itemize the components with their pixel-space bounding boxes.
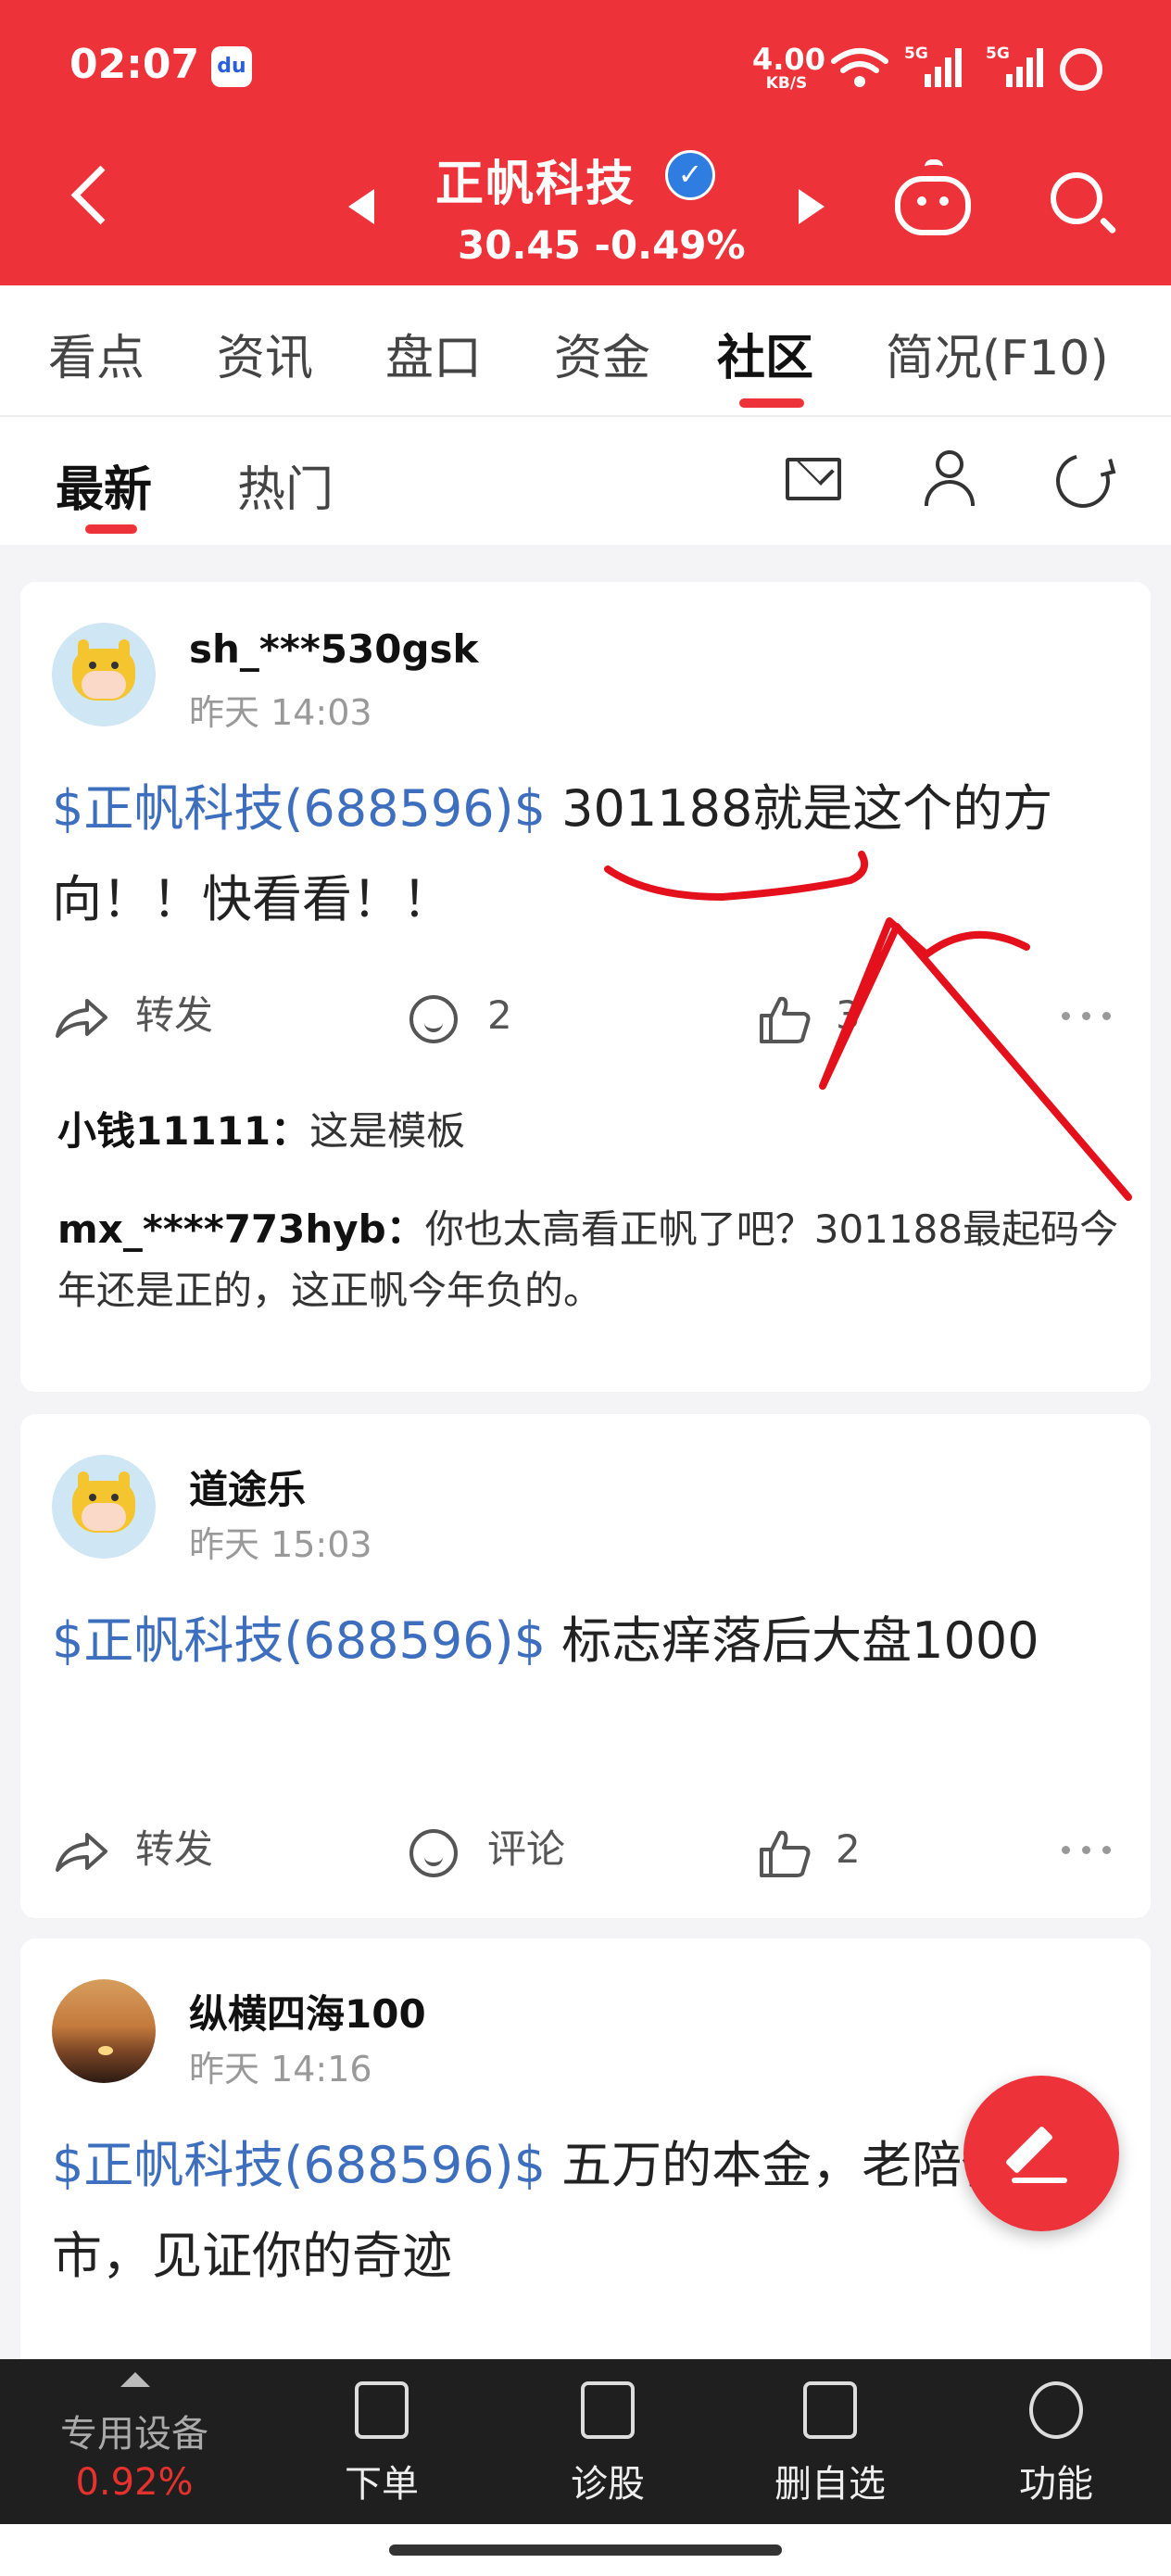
battery-icon	[1060, 48, 1102, 91]
sunset-avatar-image	[98, 2046, 113, 2055]
functions-label: 功能	[1019, 2463, 1093, 2506]
remove-watchlist-label: 删自选	[774, 2463, 886, 2506]
comment-count[interactable]: 2	[487, 979, 512, 1053]
post-username[interactable]: 纵横四海100	[189, 1983, 426, 2039]
sector-change: 0.92%	[75, 2461, 194, 2504]
robot-antenna	[925, 159, 943, 174]
share-icon[interactable]	[54, 1831, 109, 1874]
post-card[interactable]: 道途乐 昨天 15:03 $正帆科技(688596)$ 标志痒落后大盘1000 …	[20, 1414, 1151, 1918]
share-icon[interactable]	[54, 997, 109, 1040]
menu-circle-icon	[1029, 2381, 1083, 2439]
comment-label[interactable]: 评论	[487, 1812, 565, 1887]
comment-icon[interactable]	[409, 1829, 458, 1877]
network-speed-unit: KB/S	[765, 74, 808, 93]
post-actions: 转发 评论 2	[20, 1812, 1151, 1887]
post-username[interactable]: sh_***530gsk	[189, 626, 478, 672]
thumbs-up-icon[interactable]	[758, 993, 812, 1045]
order-icon	[355, 2381, 409, 2439]
order-label: 下单	[345, 2463, 419, 2506]
stock-price-change: 30.45 -0.49%	[458, 222, 746, 268]
post-time: 昨天 14:03	[189, 692, 372, 733]
status-time: 02:07	[69, 41, 200, 88]
prev-stock-arrow-icon[interactable]	[348, 189, 374, 224]
diagnose-label: 诊股	[571, 2463, 645, 2506]
reply-item[interactable]: 小钱11111：这是模板	[57, 1101, 1123, 1162]
tab-shequ[interactable]: 社区	[717, 319, 813, 388]
user-icon[interactable]	[923, 450, 978, 508]
more-icon[interactable]	[1062, 1012, 1117, 1021]
avatar[interactable]	[52, 1979, 156, 2083]
diagnose-icon	[581, 2381, 635, 2439]
back-arrow-icon[interactable]	[70, 165, 131, 225]
reply-text: 这是模板	[309, 1108, 466, 1154]
like-count[interactable]: 2	[836, 1812, 861, 1887]
sector-info[interactable]: 专用设备 0.92%	[0, 2359, 269, 2524]
active-subtab-indicator	[85, 524, 137, 534]
subtab-latest[interactable]: 最新	[56, 450, 152, 520]
refresh-icon[interactable]	[1046, 444, 1120, 518]
reply-item[interactable]: mx_****773hyb：你也太高看正帆了吧？301188最起码今年还是正的，…	[57, 1199, 1123, 1321]
status-bar: 02:07 du 4.00 KB/S 5G 5G	[0, 0, 1171, 130]
avatar[interactable]	[52, 1455, 156, 1559]
verified-badge-icon: ✓	[665, 150, 715, 200]
tab-jiankuang[interactable]: 简况(F10)	[886, 319, 1109, 388]
wifi-icon	[831, 48, 888, 87]
robot-assistant-icon[interactable]	[895, 176, 971, 235]
tab-kandian[interactable]: 看点	[48, 319, 145, 388]
sector-label: 专用设备	[60, 2413, 208, 2456]
post-content[interactable]: $正帆科技(688596)$ 标志痒落后大盘1000	[52, 1596, 1127, 1686]
post-actions: 转发 2 3	[20, 979, 1151, 1053]
mail-icon[interactable]	[786, 458, 841, 500]
home-indicator[interactable]	[389, 2544, 782, 2556]
pencil-icon	[1004, 2125, 1054, 2175]
stock-tag-link[interactable]: $正帆科技(688596)$	[52, 2136, 546, 2194]
cow-avatar-icon	[72, 1471, 135, 1533]
tab-zixun[interactable]: 资讯	[217, 319, 313, 388]
tab-zijin[interactable]: 资金	[554, 319, 650, 388]
comment-icon[interactable]	[409, 995, 458, 1043]
reply-user[interactable]: mx_****773hyb：	[57, 1206, 425, 1252]
post-time: 昨天 15:03	[189, 1524, 372, 1565]
post-text: 标志痒落后大盘1000	[546, 1611, 1039, 1670]
like-count[interactable]: 3	[836, 979, 861, 1053]
system-nav-bar	[0, 2524, 1171, 2576]
avatar[interactable]	[52, 623, 156, 726]
subtab-hot[interactable]: 热门	[237, 450, 334, 520]
post-username[interactable]: 道途乐	[189, 1458, 306, 1515]
search-icon[interactable]	[1051, 172, 1102, 224]
stock-tag-link[interactable]: $正帆科技(688596)$	[52, 779, 546, 838]
tab-pankou[interactable]: 盘口	[385, 319, 482, 388]
network-speed-value: 4.00	[752, 42, 825, 77]
thumbs-up-icon[interactable]	[758, 1827, 812, 1879]
post-content[interactable]: $正帆科技(688596)$ 301188就是这个的方向！！快看看！！	[52, 764, 1127, 945]
order-button[interactable]: 下单	[289, 2359, 474, 2524]
remove-watchlist-button[interactable]: 删自选	[737, 2359, 923, 2524]
expand-up-icon[interactable]	[120, 2372, 150, 2387]
share-label[interactable]: 转发	[135, 979, 213, 1053]
reply-user[interactable]: 小钱11111：	[57, 1108, 309, 1154]
network-speed: 4.00 KB/S	[752, 42, 825, 93]
stock-tabs: 看点 资讯 盘口 资金 社区 简况(F10)	[0, 285, 1171, 417]
stock-name: 正帆科技	[435, 157, 636, 212]
community-subtabs: 最新 热门	[0, 417, 1171, 545]
app-header: 02:07 du 4.00 KB/S 5G 5G 正帆科技 ✓ 30.45 -0…	[0, 0, 1171, 285]
post-card[interactable]: sh_***530gsk 昨天 14:03 $正帆科技(688596)$ 301…	[20, 582, 1151, 1392]
functions-button[interactable]: 功能	[963, 2359, 1149, 2524]
bottom-toolbar: 专用设备 0.92% 下单 诊股 删自选 功能	[0, 2359, 1171, 2524]
stock-tag-link[interactable]: $正帆科技(688596)$	[52, 1611, 546, 1670]
compose-post-button[interactable]	[963, 2076, 1119, 2231]
minus-box-icon	[803, 2381, 857, 2439]
baidu-app-icon: du	[211, 46, 252, 87]
next-stock-arrow-icon[interactable]	[799, 189, 825, 224]
more-icon[interactable]	[1062, 1846, 1117, 1855]
post-time: 昨天 14:16	[189, 2049, 372, 2090]
active-tab-indicator	[739, 398, 804, 408]
diagnose-button[interactable]: 诊股	[515, 2359, 700, 2524]
cow-avatar-icon	[72, 639, 135, 701]
share-label[interactable]: 转发	[135, 1812, 213, 1887]
